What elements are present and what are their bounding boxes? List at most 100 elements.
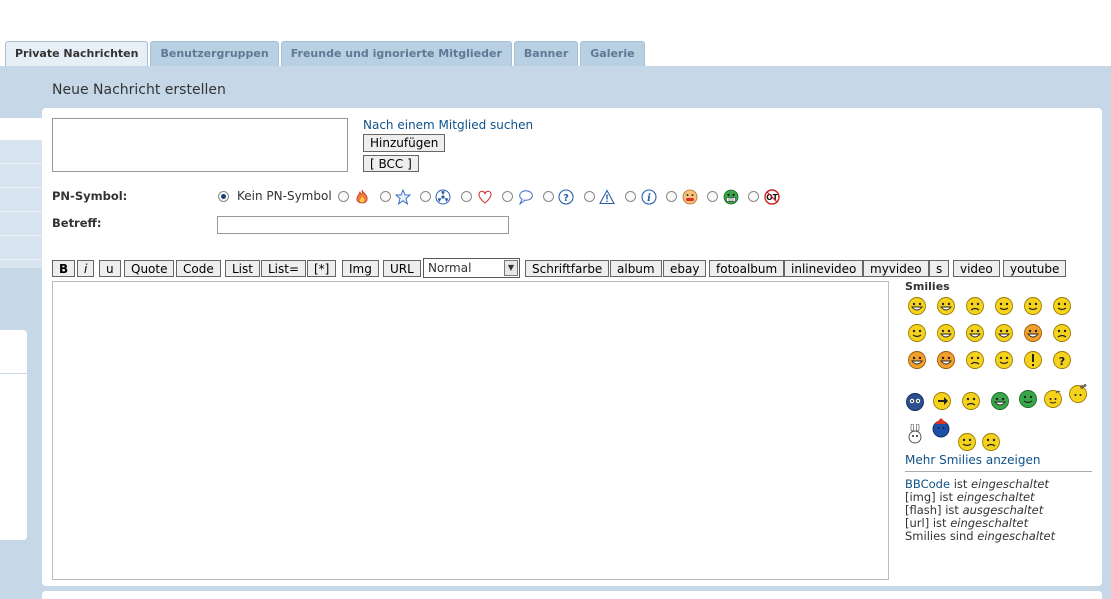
inlinevideo-button[interactable]: inlinevideo	[784, 260, 864, 277]
pm-symbol-question-radio[interactable]	[543, 191, 554, 202]
smiley-meh-icon[interactable]	[981, 432, 1001, 452]
subject-input[interactable]	[217, 216, 509, 234]
smiley-happy-icon[interactable]	[957, 432, 977, 452]
list-button[interactable]: List	[225, 260, 260, 277]
smiley-alien-icon[interactable]	[1018, 389, 1038, 409]
myvideo-button[interactable]: myvideo	[863, 260, 929, 277]
s-button[interactable]: s	[929, 260, 950, 277]
quote-button[interactable]: Quote	[124, 260, 175, 277]
tab-freunde[interactable]: Freunde und ignorierte Mitglieder	[280, 41, 512, 66]
font-size-select[interactable]: Normal ▼	[423, 258, 520, 278]
subject-label: Betreff:	[52, 216, 102, 230]
smiley-smile-icon[interactable]	[1052, 296, 1072, 316]
pm-symbol-warning-radio[interactable]	[584, 191, 595, 202]
youtube-button[interactable]: youtube	[1003, 260, 1067, 277]
status-smilies: Smilies sind eingeschaltet	[905, 530, 1055, 543]
radioactive-icon	[435, 189, 451, 205]
bold-button[interactable]: B	[52, 260, 76, 277]
smiley-evil-icon[interactable]	[907, 350, 927, 370]
tab-benutzergruppen[interactable]: Benutzergruppen	[150, 41, 279, 66]
sidebar	[0, 118, 42, 548]
smiley-teeth-icon[interactable]	[990, 391, 1010, 411]
smiley-question-icon[interactable]: ?	[1052, 350, 1072, 370]
smiley-exclaim-icon[interactable]	[1023, 350, 1043, 370]
italic-button[interactable]: i	[77, 260, 95, 277]
smiley-sad-icon[interactable]	[965, 296, 985, 316]
code-button[interactable]: Code	[176, 260, 221, 277]
status-tag: [img]	[905, 490, 936, 504]
smiley-redface-icon[interactable]	[1023, 323, 1043, 343]
pm-symbol-bubble-radio[interactable]	[502, 191, 513, 202]
status-state: eingeschaltet	[977, 529, 1056, 543]
url-button[interactable]: URL	[383, 260, 421, 277]
smiley-wink-icon[interactable]	[994, 350, 1014, 370]
tab-galerie[interactable]: Galerie	[580, 41, 645, 66]
smilies-divider	[905, 471, 1092, 472]
smiley-mad-icon[interactable]	[965, 323, 985, 343]
chevron-down-icon[interactable]: ▼	[504, 260, 518, 276]
message-textarea[interactable]	[52, 281, 889, 580]
pm-symbol-none-radio[interactable]	[218, 191, 229, 202]
smiley-bunny-icon[interactable]	[905, 423, 925, 444]
sidebar-item[interactable]	[0, 188, 42, 212]
list-item-button[interactable]: [*]	[307, 260, 337, 277]
grin-face-icon	[723, 189, 739, 205]
add-recipient-button[interactable]: Hinzufügen	[363, 134, 446, 152]
status-state: eingeschaltet	[950, 516, 1029, 530]
smiley-hypno-icon[interactable]	[905, 392, 925, 412]
pm-symbol-star-radio[interactable]	[380, 191, 391, 202]
img-button[interactable]: Img	[342, 260, 379, 277]
smiley-arrow-icon[interactable]	[932, 391, 952, 411]
search-member-link[interactable]: Nach einem Mitglied suchen	[363, 118, 533, 132]
smiley-santa-icon[interactable]	[931, 418, 951, 438]
tab-banner[interactable]: Banner	[513, 41, 579, 66]
smiley-confused-icon[interactable]	[1052, 323, 1072, 343]
status-tag: [flash]	[905, 503, 942, 517]
ebay-button[interactable]: ebay	[663, 260, 707, 277]
pm-symbol-offtopic-radio[interactable]	[748, 191, 759, 202]
smiley-biggrin-icon[interactable]	[907, 296, 927, 316]
bbcode-link[interactable]: BBCode	[905, 477, 950, 491]
pm-symbol-radioactive-radio[interactable]	[420, 191, 431, 202]
smiley-hmm-icon[interactable]	[961, 391, 981, 411]
sidebar-menu	[0, 140, 42, 268]
sidebar-item[interactable]	[0, 164, 42, 188]
sidebar-item[interactable]	[0, 236, 42, 260]
smiley-neutral-icon[interactable]	[965, 350, 985, 370]
sidebar-item[interactable]	[0, 140, 42, 164]
sidebar-item[interactable]	[0, 212, 42, 236]
smiley-grin-icon[interactable]	[936, 296, 956, 316]
status-tag: Smilies	[905, 529, 947, 543]
more-smilies-link[interactable]: Mehr Smilies anzeigen	[905, 453, 1040, 467]
question-icon: ?	[558, 189, 574, 205]
pm-symbol-info-radio[interactable]	[625, 191, 636, 202]
smiley-cool-icon[interactable]	[907, 323, 927, 343]
tab-private-nachrichten[interactable]: Private Nachrichten	[5, 41, 149, 68]
recipient-list[interactable]	[52, 118, 348, 172]
pm-symbol-fire-radio[interactable]	[338, 191, 349, 202]
list-ordered-button[interactable]: List=	[261, 260, 307, 277]
fotoalbum-button[interactable]: fotoalbum	[709, 260, 785, 277]
video-button[interactable]: video	[953, 260, 1000, 277]
tab-bar: Private Nachrichten Benutzergruppen Freu…	[5, 41, 645, 68]
smiley-bubble-icon[interactable]	[1068, 384, 1088, 404]
fire-icon	[354, 189, 370, 205]
pm-symbol-mad-radio[interactable]	[666, 191, 677, 202]
album-button[interactable]: album	[610, 260, 662, 277]
smiley-lol-icon[interactable]	[936, 323, 956, 343]
svg-text:i: i	[647, 193, 651, 204]
smiley-eek-icon[interactable]	[994, 296, 1014, 316]
underline-button[interactable]: u	[99, 260, 121, 277]
pm-symbol-grin-radio[interactable]	[707, 191, 718, 202]
status-text: ist	[939, 490, 954, 504]
status-text: ist	[953, 477, 968, 491]
bcc-button[interactable]: [ BCC ]	[363, 155, 419, 172]
font-color-button[interactable]: Schriftfarbe	[525, 260, 610, 277]
smiley-bomb-icon[interactable]	[1043, 389, 1063, 409]
pm-symbol-heart-radio[interactable]	[461, 191, 472, 202]
smiley-twisted-icon[interactable]	[936, 350, 956, 370]
smiley-rolleyes-icon[interactable]	[1023, 296, 1043, 316]
smiley-razz-icon[interactable]	[994, 323, 1014, 343]
pm-symbol-none-label: Kein PN-Symbol	[237, 189, 332, 203]
offtopic-icon: OT	[764, 189, 780, 205]
